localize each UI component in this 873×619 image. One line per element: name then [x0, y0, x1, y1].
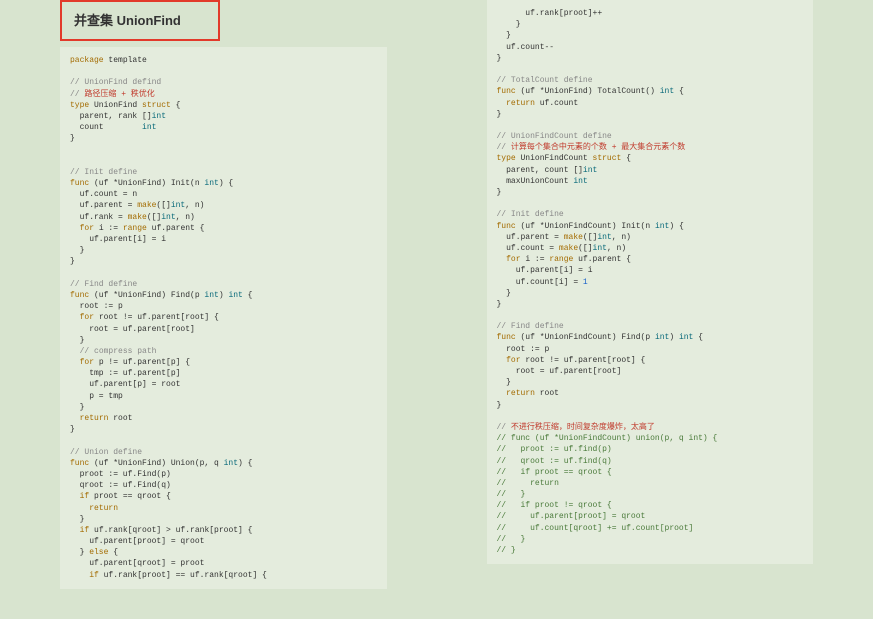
code-block-left: package template // UnionFind defind // … [60, 47, 387, 589]
code-block-right: uf.rank[proot]++ } } uf.count-- } // Tot… [487, 0, 814, 564]
title-highlight-box: 并查集 UnionFind [60, 0, 220, 41]
page-title: 并查集 UnionFind [74, 10, 206, 29]
page-root: 并查集 UnionFind package template // UnionF… [0, 0, 873, 619]
right-column: uf.rank[proot]++ } } uf.count-- } // Tot… [487, 0, 814, 589]
left-column: 并查集 UnionFind package template // UnionF… [60, 0, 387, 589]
